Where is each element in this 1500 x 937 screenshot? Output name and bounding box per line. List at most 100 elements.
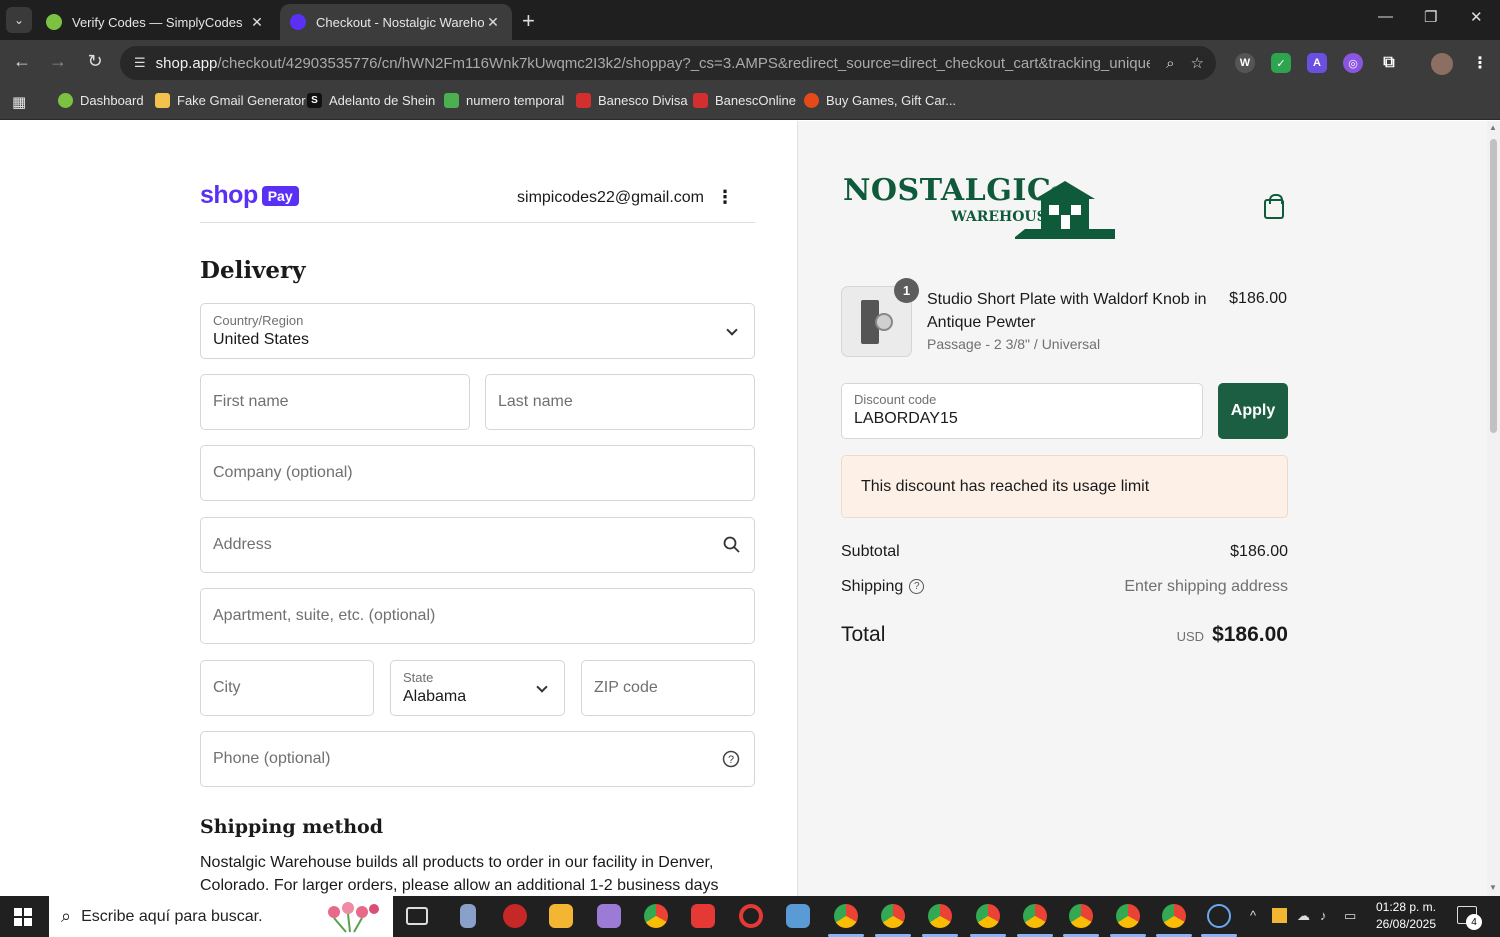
- chevron-down-icon: [536, 681, 548, 693]
- clock-app-icon[interactable]: [1207, 904, 1231, 928]
- subtotal-value: $186.00: [1230, 543, 1288, 560]
- product-price: $186.00: [1229, 290, 1287, 307]
- shopping-bag-icon[interactable]: [1264, 194, 1284, 219]
- bookmark-buy-games[interactable]: Buy Games, Gift Car...: [804, 93, 956, 108]
- chrome-profile-icon[interactable]: [834, 904, 858, 928]
- page-scrollbar[interactable]: ▲ ▼: [1487, 121, 1500, 896]
- browser-menu-icon[interactable]: ⋮: [1470, 53, 1490, 73]
- chrome-profile-icon[interactable]: [1023, 904, 1047, 928]
- extensions-puzzle-icon[interactable]: ⧉: [1379, 53, 1399, 73]
- help-circle-icon[interactable]: ?: [722, 750, 740, 772]
- total-label: Total: [841, 623, 886, 646]
- scroll-up-icon[interactable]: ▲: [1489, 123, 1497, 132]
- task-view-icon[interactable]: [406, 907, 428, 925]
- apps-grid-icon[interactable]: ▦: [12, 93, 26, 111]
- store-logo[interactable]: NOSTALGIC® WAREHOUSE: [843, 173, 1115, 239]
- chrome-profile-icon[interactable]: [881, 904, 905, 928]
- opera-icon[interactable]: [739, 904, 763, 928]
- close-tab-icon[interactable]: ✕: [484, 14, 502, 31]
- chrome-profile-icon[interactable]: [928, 904, 952, 928]
- new-tab-icon[interactable]: +: [522, 8, 535, 34]
- extension-w-icon[interactable]: W: [1235, 53, 1255, 73]
- bookmark-numero-temporal[interactable]: numero temporal: [444, 93, 564, 108]
- address-field[interactable]: Address: [200, 517, 755, 573]
- state-select[interactable]: State Alabama: [390, 660, 565, 716]
- shipping-help-icon[interactable]: ?: [909, 579, 925, 595]
- country-select[interactable]: Country/Region United States: [200, 303, 755, 359]
- pen-app-icon[interactable]: [597, 904, 621, 928]
- first-name-field[interactable]: First name: [200, 374, 470, 430]
- last-name-placeholder: Last name: [498, 393, 573, 410]
- discount-error-text: This discount has reached its usage limi…: [861, 478, 1150, 495]
- windows-taskbar: ⌕ Escribe aquí para buscar. ^ ☁ ♪ ▭ 01:2…: [0, 896, 1500, 937]
- discount-value: LABORDAY15: [854, 410, 958, 427]
- phone-field[interactable]: Phone (optional) ?: [200, 731, 755, 787]
- apartment-field[interactable]: Apartment, suite, etc. (optional): [200, 588, 755, 644]
- app-p-icon[interactable]: [691, 904, 715, 928]
- shop-pay-logo: shop Pay: [200, 181, 299, 210]
- bookmark-banesco-divisa[interactable]: Banesco Divisa: [576, 93, 688, 108]
- bookmark-star-icon[interactable]: ☆: [1191, 54, 1204, 72]
- extension-purple-icon[interactable]: ◎: [1343, 53, 1363, 73]
- account-email: simpicodes22@gmail.com: [517, 188, 704, 206]
- banesco-icon: [576, 93, 591, 108]
- chrome-profile-icon[interactable]: [1162, 904, 1186, 928]
- browser-toolbar: ← → ↻ ☰ shop.app/checkout/42903535776/cn…: [0, 40, 1500, 86]
- shipping-label: Shipping: [841, 578, 904, 595]
- forward-icon[interactable]: →: [46, 51, 70, 72]
- city-field[interactable]: City: [200, 660, 374, 716]
- company-field[interactable]: Company (optional): [200, 445, 755, 501]
- first-name-placeholder: First name: [213, 393, 289, 410]
- windows-start-icon[interactable]: [14, 908, 32, 926]
- bookmark-fake-gmail[interactable]: Fake Gmail Generator: [155, 93, 306, 108]
- account-menu[interactable]: simpicodes22@gmail.com ⋮: [517, 187, 734, 208]
- volume-icon[interactable]: ♪: [1320, 908, 1327, 923]
- app-blue-icon[interactable]: [786, 904, 810, 928]
- shipping-method-heading: Shipping method: [200, 816, 383, 838]
- bookmark-shein[interactable]: S Adelanto de Shein: [307, 93, 435, 108]
- chrome-profile-icon[interactable]: [1116, 904, 1140, 928]
- tab-checkout[interactable]: Checkout - Nostalgic Warehouse ✕: [280, 4, 512, 40]
- close-tab-icon[interactable]: ✕: [248, 14, 266, 31]
- extension-shield-icon[interactable]: ✓: [1271, 53, 1291, 73]
- address-bar[interactable]: ☰ shop.app/checkout/42903535776/cn/hWN2F…: [120, 46, 1216, 80]
- discount-label: Discount code: [854, 392, 937, 407]
- discount-code-field[interactable]: Discount code LABORDAY15: [841, 383, 1203, 439]
- profile-avatar[interactable]: [1431, 53, 1453, 75]
- tray-chevron-icon[interactable]: ^: [1250, 908, 1256, 923]
- onedrive-icon[interactable]: ☁: [1297, 908, 1310, 924]
- minimize-icon[interactable]: —: [1378, 8, 1393, 25]
- apply-button[interactable]: Apply: [1218, 383, 1288, 439]
- svg-text:?: ?: [728, 754, 734, 766]
- reload-icon[interactable]: ↻: [83, 51, 107, 72]
- scroll-thumb[interactable]: [1490, 139, 1497, 433]
- more-options-icon[interactable]: ⋮: [716, 187, 734, 208]
- network-icon[interactable]: ▭: [1344, 908, 1356, 924]
- chrome-profile-icon[interactable]: [976, 904, 1000, 928]
- file-explorer-icon[interactable]: [549, 904, 573, 928]
- restore-icon[interactable]: ❐: [1424, 8, 1437, 26]
- zoom-icon[interactable]: ⌕: [1166, 55, 1174, 72]
- back-icon[interactable]: ←: [10, 51, 34, 72]
- zip-field[interactable]: ZIP code: [581, 660, 755, 716]
- bookmark-banesconline[interactable]: BanescOnline: [693, 93, 796, 108]
- site-info-icon[interactable]: ☰: [134, 55, 146, 71]
- product-variant: Passage - 2 3/8" / Universal: [927, 336, 1101, 352]
- recycle-bin-icon[interactable]: [460, 904, 476, 928]
- chrome-icon[interactable]: [644, 904, 668, 928]
- delivery-heading: Delivery: [200, 257, 306, 284]
- last-name-field[interactable]: Last name: [485, 374, 755, 430]
- chrome-profile-icon[interactable]: [1069, 904, 1093, 928]
- shipping-value: Enter shipping address: [1124, 578, 1288, 595]
- bookmark-dashboard[interactable]: Dashboard: [58, 93, 144, 108]
- taskbar-search-placeholder: Escribe aquí para buscar.: [81, 907, 263, 925]
- app-red-icon[interactable]: [503, 904, 527, 928]
- extension-a-icon[interactable]: A: [1307, 53, 1327, 73]
- scroll-down-icon[interactable]: ▼: [1489, 883, 1497, 892]
- chevron-down-icon: [726, 324, 738, 336]
- tab-verify-codes[interactable]: Verify Codes — SimplyCodes ✕: [36, 4, 276, 40]
- taskbar-clock[interactable]: 01:28 p. m. 26/08/2025: [1366, 899, 1446, 933]
- tab-search-button[interactable]: ⌄: [6, 7, 32, 33]
- close-window-icon[interactable]: ✕: [1470, 8, 1483, 26]
- tray-app-icon[interactable]: [1272, 908, 1287, 923]
